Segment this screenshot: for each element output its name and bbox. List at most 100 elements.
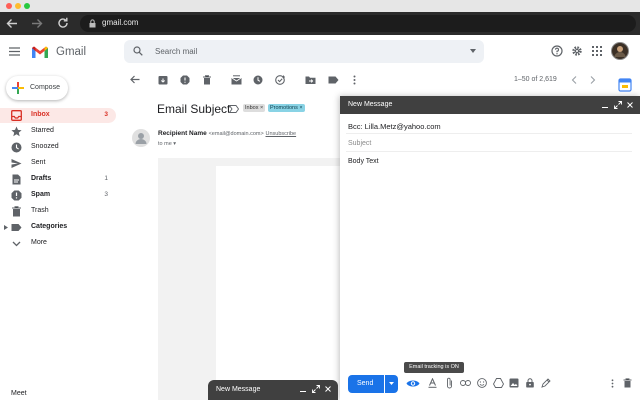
minimized-compose-title: New Message [216,386,261,393]
important-marker-icon[interactable] [229,105,239,113]
sidebar-item-more[interactable]: More [0,236,116,251]
sidebar-item-label: Snoozed [31,143,59,150]
back-arrow-icon[interactable] [6,18,18,29]
tracking-tooltip: Email tracking is ON [404,362,464,373]
sidebar-item-label: Starred [31,127,54,134]
apps-grid-icon[interactable] [592,46,602,56]
account-avatar[interactable] [611,42,629,60]
sidebar-item-snoozed[interactable]: Snoozed [0,140,116,155]
formatting-options-icon[interactable] [428,378,437,388]
delete-icon[interactable] [202,75,212,85]
sidebar-item-label: Spam [31,191,51,198]
maximize-window-button[interactable] [24,3,30,9]
close-window-button[interactable] [6,3,12,9]
expand-arrow-icon[interactable] [4,225,8,230]
draft-icon [12,174,21,185]
insert-photo-icon[interactable] [509,378,519,388]
lock-icon [89,19,96,28]
sidebar-item-label: Sent [31,159,46,166]
gmail-logo-icon[interactable] [31,45,49,59]
tracking-eye-icon[interactable] [406,379,420,388]
field-divider [346,151,632,152]
sender-line: Recipient Name <email@domain.com> Unsubs… [158,130,296,137]
meet-section-label: Meet [11,390,27,397]
sender-email: <email@domain.com> [208,131,264,137]
sidebar-item-count: 1 [104,175,108,182]
message-body[interactable]: Body Text [348,158,379,165]
sidebar-item-count: 3 [104,111,108,118]
gmail-wordmark: Gmail [56,46,87,58]
sidebar-item-sent[interactable]: Sent [0,156,116,171]
newer-chevron-icon[interactable] [571,76,577,84]
inbox-label-chip[interactable]: Inbox × [243,104,266,112]
sidebar-item-drafts[interactable]: Drafts 1 [0,172,116,187]
discard-draft-icon[interactable] [623,378,632,388]
address-bar[interactable] [80,15,636,32]
person-icon [135,133,147,144]
insert-drive-icon[interactable] [493,378,504,388]
chevron-down-icon [12,241,21,247]
compose-window-title: New Message [348,101,393,108]
archive-icon[interactable] [158,75,168,85]
mark-unread-icon[interactable] [231,75,242,85]
sidebar-item-label: Trash [31,207,49,214]
sidebar-item-trash[interactable]: Trash [0,204,116,219]
close-compose-icon[interactable] [325,386,331,392]
back-to-inbox-icon[interactable] [130,75,140,84]
sidebar-item-starred[interactable]: Starred [0,124,116,139]
insert-emoji-icon[interactable] [477,378,487,388]
more-compose-options-icon[interactable] [611,379,614,388]
clock-icon [11,142,22,153]
star-icon [11,126,22,137]
unsubscribe-link[interactable]: Unsubscribe [266,131,297,137]
minimize-compose-icon[interactable] [300,388,306,392]
sender-name: Recipient Name [158,130,207,137]
sidebar-item-label: Inbox [31,111,50,118]
sidebar-item-label: Drafts [31,175,52,182]
sidebar-item-count: 3 [104,191,108,198]
labels-icon[interactable] [328,76,339,84]
sidebar-item-inbox[interactable]: Inbox 3 [0,108,116,123]
inbox-icon [11,110,22,121]
compose-plus-icon [12,82,24,94]
spam-icon [11,190,22,201]
insert-signature-icon[interactable] [541,378,551,388]
sidebar-item-spam[interactable]: Spam 3 [0,188,116,203]
compose-label: Compose [30,84,60,91]
bcc-field[interactable]: Bcc: Lilla.Metz@yahoo.com [348,122,441,131]
reload-icon[interactable] [57,17,69,29]
report-spam-icon[interactable] [180,75,190,85]
forward-arrow-icon[interactable] [31,18,43,29]
more-options-icon[interactable] [353,75,356,85]
older-chevron-icon[interactable] [590,76,596,84]
send-options-arrow-icon [389,382,394,385]
sender-avatar [132,129,150,147]
close-compose-icon[interactable] [627,102,633,108]
minimize-window-button[interactable] [15,3,21,9]
search-options-icon[interactable] [470,49,476,53]
recipient-details-toggle[interactable]: to me ▾ [158,141,176,147]
help-icon[interactable] [551,45,563,57]
sidebar-item-label: Categories [31,223,68,230]
fullscreen-compose-icon[interactable] [312,385,320,393]
fullscreen-compose-icon[interactable] [614,101,622,109]
snooze-icon[interactable] [253,75,263,85]
insert-link-icon[interactable] [460,380,471,386]
promotions-label-chip[interactable]: Promotions × [268,104,305,112]
confidential-mode-icon[interactable] [525,378,535,388]
compose-window [340,96,640,400]
send-icon [11,159,22,168]
move-to-icon[interactable] [305,75,316,85]
minimize-compose-icon[interactable] [602,104,608,108]
label-icon [11,224,22,231]
calendar-addon-icon[interactable] [618,78,632,92]
main-menu-icon[interactable] [9,47,20,56]
sidebar-item-categories[interactable]: Categories [0,220,116,235]
window-titlebar [0,0,640,12]
subject-input[interactable]: Subject [348,140,371,147]
send-options-button[interactable] [385,375,398,393]
add-to-tasks-icon[interactable] [275,75,286,85]
settings-gear-icon[interactable] [571,45,583,57]
attach-file-icon[interactable] [446,377,453,389]
search-icon[interactable] [133,46,143,56]
